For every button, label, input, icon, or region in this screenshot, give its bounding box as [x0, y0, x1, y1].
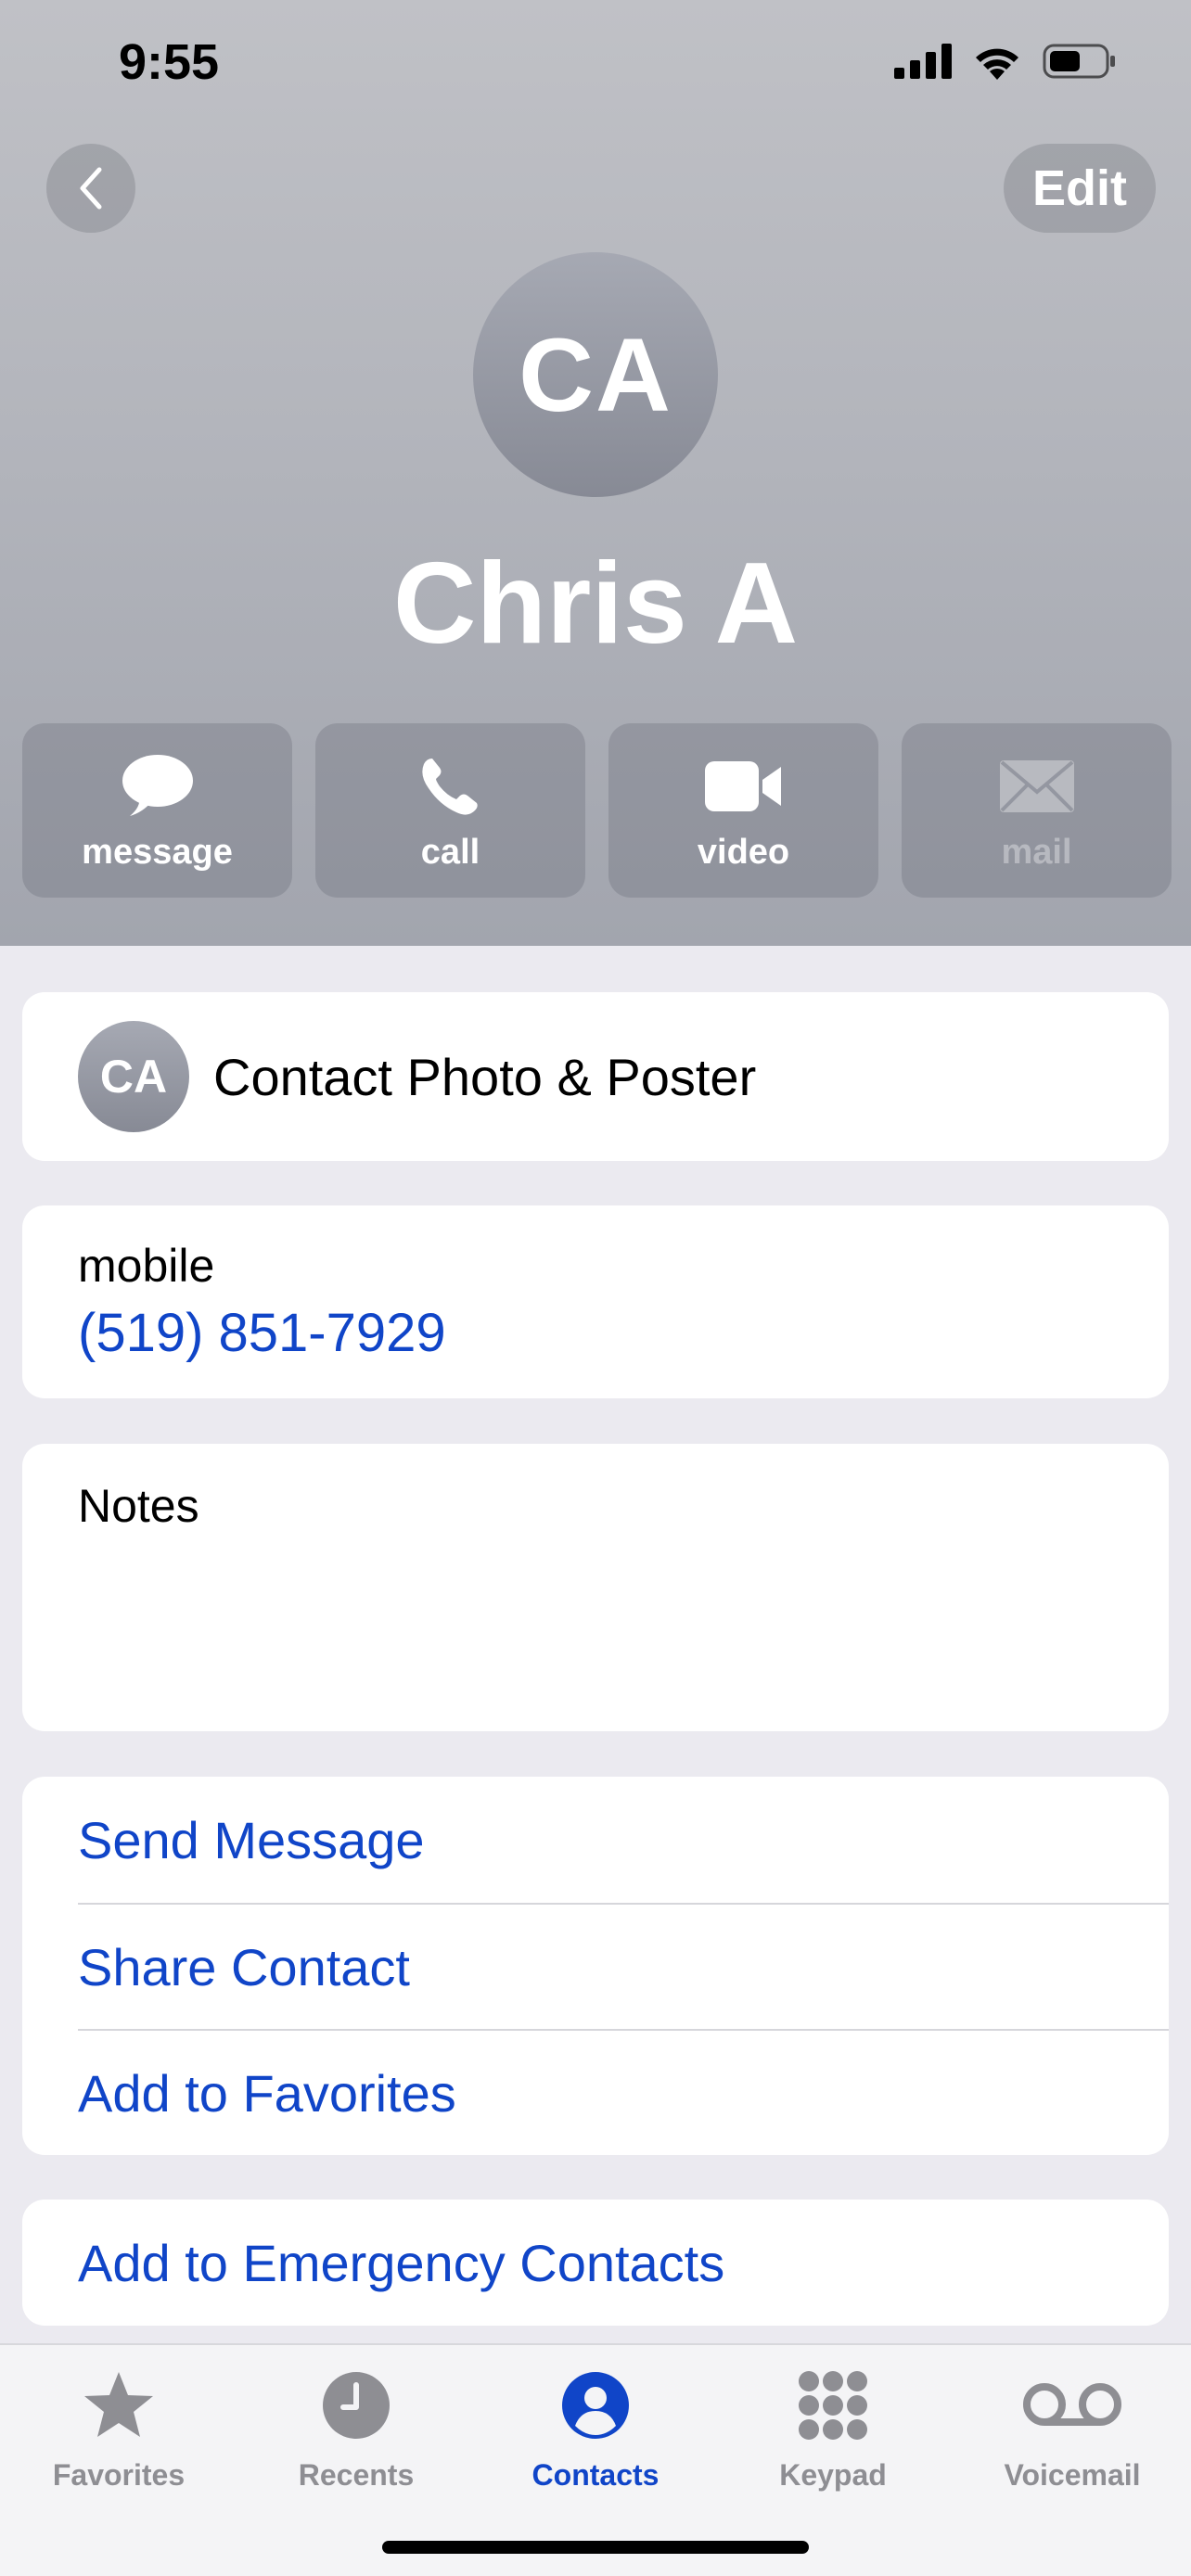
- tab-recents-label: Recents: [298, 2458, 415, 2492]
- send-message-link[interactable]: Send Message: [78, 1777, 1169, 1903]
- edit-button[interactable]: Edit: [1004, 144, 1156, 233]
- tab-contacts[interactable]: Contacts: [484, 2364, 707, 2503]
- tab-favorites[interactable]: Favorites: [7, 2364, 230, 2503]
- notes-label: Notes: [78, 1480, 199, 1532]
- keypad-icon: [799, 2371, 867, 2440]
- signal-icon: [894, 44, 952, 79]
- phone-card[interactable]: mobile (519) 851-7929: [22, 1205, 1169, 1398]
- message-button[interactable]: message: [22, 723, 292, 898]
- phone-number[interactable]: (519) 851-7929: [78, 1302, 446, 1364]
- contact-name: Chris A: [392, 540, 799, 668]
- message-icon: [122, 754, 193, 816]
- contact-avatar-small: CA: [78, 1021, 189, 1132]
- quick-actions: message call video mail: [22, 723, 1172, 898]
- contact-avatar[interactable]: CA: [473, 252, 718, 497]
- mail-icon: [999, 759, 1074, 812]
- back-button[interactable]: [46, 144, 135, 233]
- person-circle-icon: [562, 2372, 629, 2439]
- contact-header: 9:55 Edit CA Chris A message call video …: [0, 0, 1191, 946]
- tab-keypad-label: Keypad: [779, 2458, 887, 2492]
- notes-card[interactable]: Notes: [22, 1444, 1169, 1731]
- video-label: video: [697, 832, 790, 872]
- mail-button[interactable]: mail: [902, 723, 1172, 898]
- mail-label: mail: [1001, 832, 1072, 872]
- add-to-favorites-link[interactable]: Add to Favorites: [78, 2029, 1169, 2155]
- contact-photo-poster-row[interactable]: CA Contact Photo & Poster: [22, 992, 1169, 1161]
- actions-list: Send Message Share Contact Add to Favori…: [22, 1777, 1169, 2155]
- message-label: message: [82, 832, 233, 872]
- home-indicator: [382, 2541, 809, 2554]
- phone-type-label: mobile: [78, 1240, 215, 1292]
- tab-voicemail[interactable]: Voicemail: [961, 2364, 1184, 2503]
- emergency-card: Add to Emergency Contacts: [22, 2200, 1169, 2326]
- battery-icon: [1043, 44, 1115, 79]
- video-icon: [704, 760, 781, 811]
- tab-favorites-label: Favorites: [52, 2458, 186, 2492]
- phone-icon: [421, 758, 478, 815]
- voicemail-icon: [1023, 2383, 1121, 2426]
- status-time: 9:55: [119, 34, 220, 90]
- clock-icon: [323, 2372, 390, 2439]
- status-icons: [894, 43, 1117, 80]
- video-button[interactable]: video: [608, 723, 878, 898]
- share-contact-link[interactable]: Share Contact: [78, 1903, 1169, 2029]
- tab-keypad[interactable]: Keypad: [722, 2364, 944, 2503]
- wifi-icon: [976, 48, 1018, 80]
- tab-contacts-label: Contacts: [531, 2458, 660, 2492]
- chevron-left-icon: [80, 167, 102, 210]
- contact-photo-poster-label: Contact Photo & Poster: [213, 1047, 757, 1106]
- tab-recents[interactable]: Recents: [245, 2364, 467, 2503]
- tab-voicemail-label: Voicemail: [1004, 2458, 1141, 2492]
- star-icon: [84, 2372, 153, 2437]
- call-label: call: [420, 832, 480, 872]
- call-button[interactable]: call: [315, 723, 585, 898]
- add-to-emergency-contacts-link[interactable]: Add to Emergency Contacts: [78, 2200, 1169, 2326]
